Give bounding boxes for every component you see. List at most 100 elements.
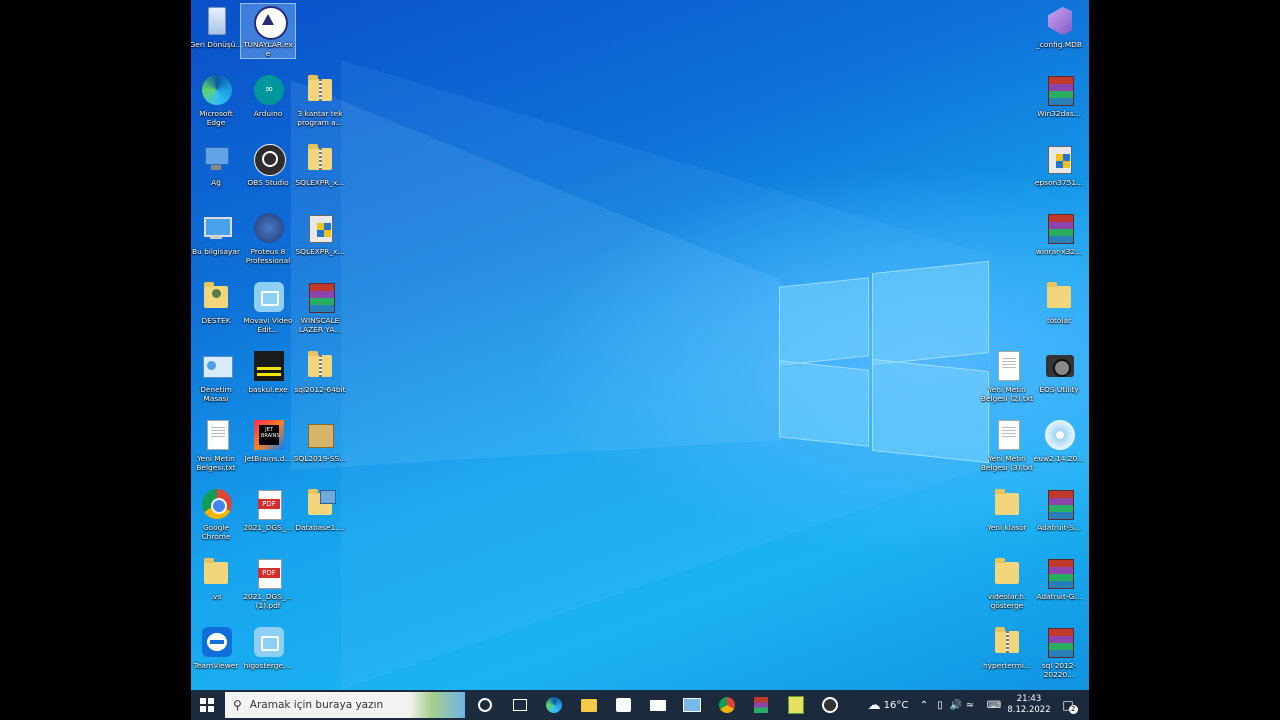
taskbar-app-button[interactable] xyxy=(780,690,812,720)
tray-device-icon[interactable]: ▯ xyxy=(933,690,947,720)
desktop-icon-label: Yeni klasör xyxy=(987,523,1027,532)
rar-icon xyxy=(1042,73,1076,107)
weather-temp: 16°C xyxy=(883,699,909,711)
desktop-icon[interactable]: epson3751... xyxy=(1032,142,1086,187)
desktop-icon[interactable]: higosterge.... xyxy=(241,625,295,670)
show-hidden-icons-button[interactable]: ⌃ xyxy=(917,690,931,720)
rar-icon xyxy=(303,280,337,314)
desktop-icon[interactable]: sql2012-64bit xyxy=(293,349,347,394)
desktop-icon[interactable]: Yeni Metin Belgesi (3).txt xyxy=(980,418,1034,472)
desktop-icon[interactable]: Yeni Metin Belgesi.txt xyxy=(191,418,243,472)
desktop-icon[interactable]: Database1.... xyxy=(293,487,347,532)
desktop-icon-label: Yeni Metin Belgesi (3).txt xyxy=(980,454,1034,472)
cortana-icon xyxy=(478,698,492,712)
desktop-icon-label: SQLEXPR_x... xyxy=(295,178,345,187)
desktop-icon-label: winrar-x32... xyxy=(1035,247,1083,256)
desktop-icon-label: WINSCALE LAZER YA... xyxy=(298,316,342,334)
weather-widget[interactable]: ☁ 16°C xyxy=(863,690,913,720)
desktop-icon-label: videolar.h. gösterge xyxy=(987,592,1027,610)
desktop-icon-label: OBS Studio xyxy=(247,178,289,187)
taskbar-app-button[interactable] xyxy=(538,690,570,720)
desktop-icon[interactable]: OBS Studio xyxy=(241,142,295,187)
desktop-icon[interactable]: Yeni klasör xyxy=(980,487,1034,532)
network-button[interactable]: ≈ xyxy=(963,690,977,720)
keyboard-button[interactable]: ⌨ xyxy=(985,690,1003,720)
tunaylar-app-icon xyxy=(251,4,288,40)
taskbar-app-button[interactable] xyxy=(745,690,777,720)
desktop-icon[interactable]: euw2.14.20... xyxy=(1032,418,1086,463)
desktop-icon[interactable]: Microsoft Edge xyxy=(191,73,243,127)
desktop-icon[interactable]: .vs xyxy=(191,556,243,601)
desktop-icon-label: Yeni Metin Belgesi.txt xyxy=(196,454,236,472)
movavi-icon xyxy=(251,625,285,659)
desktop-icon[interactable]: TUNAYLAR.exe xyxy=(240,3,296,59)
usb-device-icon: ▯ xyxy=(937,699,943,711)
visual-studio-icon xyxy=(1042,4,1076,38)
desktop-icon[interactable]: Proteus 8 Professional xyxy=(241,211,295,265)
arduino-icon: ∞ xyxy=(251,73,285,107)
start-button[interactable] xyxy=(191,690,223,720)
clock[interactable]: 21:43 8.12.2022 xyxy=(1007,690,1051,720)
desktop-icon[interactable]: Ağ xyxy=(191,142,243,187)
desktop-icon[interactable]: Denetim Masası xyxy=(191,349,243,403)
taskbar-app-button[interactable] xyxy=(814,690,846,720)
recycle-bin-icon xyxy=(199,4,233,38)
volume-button[interactable]: 🔊 xyxy=(949,690,963,720)
desktop-icon[interactable]: 3 kantar tek program a... xyxy=(293,73,347,127)
desktop-icon-label: SQLEXPR_x... xyxy=(295,247,345,256)
desktop-icon[interactable]: baskul.exe xyxy=(241,349,295,394)
taskbar-app-button[interactable] xyxy=(504,690,536,720)
desktop-icon[interactable]: Adafruit-G... xyxy=(1032,556,1086,601)
desktop-icon[interactable]: fotolar xyxy=(1032,280,1086,325)
desktop-icon-label: TUNAYLAR.exe xyxy=(243,40,293,58)
taskbar-app-button[interactable] xyxy=(573,690,605,720)
desktop-icon-label: .vs xyxy=(210,592,222,601)
desktop-icon[interactable]: Adafruit-S... xyxy=(1032,487,1086,532)
desktop-icon[interactable]: JET BRAINS JetBrains.d... xyxy=(241,418,295,463)
desktop-icon[interactable]: sql 2012-20220... xyxy=(1032,625,1086,679)
desktop-icon[interactable]: Bu bilgisayar xyxy=(191,211,243,256)
desktop-icon-label: higosterge.... xyxy=(243,661,293,670)
taskbar-app-button[interactable] xyxy=(607,690,639,720)
desktop-icon[interactable]: WINSCALE LAZER YA... xyxy=(293,280,347,334)
taskbar-app-button[interactable] xyxy=(711,690,743,720)
desktop-icon[interactable]: Google Chrome xyxy=(191,487,243,541)
desktop-icon[interactable]: videolar.h. gösterge xyxy=(980,556,1034,610)
desktop-icon[interactable]: ∞ Arduino xyxy=(241,73,295,118)
notification-center-button[interactable]: □ 2 xyxy=(1057,690,1079,720)
control-panel-icon xyxy=(199,349,233,383)
desktop-icon-label: Movavi Video Edit... xyxy=(243,316,293,334)
desktop-icon[interactable]: DESTEK xyxy=(191,280,243,325)
desktop-icon[interactable]: winrar-x32... xyxy=(1032,211,1086,256)
computer-icon xyxy=(199,211,233,245)
folder-icon xyxy=(990,556,1024,590)
desktop-icon[interactable]: Win32das... xyxy=(1032,73,1086,118)
desktop-icon[interactable]: Movavi Video Edit... xyxy=(241,280,295,334)
desktop-icon[interactable]: TeamViewer xyxy=(191,625,243,670)
desktop-icon-label: 2021_DGS_... xyxy=(243,523,293,532)
taskbar-app-button[interactable] xyxy=(676,690,708,720)
windows-start-icon xyxy=(200,698,214,712)
chrome-icon xyxy=(199,487,233,521)
desktop-icon-label: _config.MDB xyxy=(1036,40,1082,49)
desktop-icon[interactable]: SQLEXPR_x... xyxy=(293,142,347,187)
network-icon xyxy=(199,142,233,176)
folder-icon xyxy=(199,556,233,590)
taskbar-app-button[interactable] xyxy=(642,690,674,720)
rar-icon xyxy=(1042,211,1076,245)
desktop-icon[interactable]: 2021_DGS_... xyxy=(241,487,295,532)
text-file-icon xyxy=(990,349,1024,383)
desktop-icon[interactable]: _config.MDB xyxy=(1032,4,1086,49)
desktop-icon[interactable]: hypertermi... xyxy=(980,625,1034,670)
desktop-icon[interactable]: Yeni Metin Belgesi (2).txt xyxy=(980,349,1034,403)
desktop-icon[interactable]: Geri Dönüşü... xyxy=(191,4,243,49)
taskbar-search-box[interactable]: ⚲ Aramak için buraya yazın xyxy=(225,692,465,718)
desktop-icon[interactable]: SQL2019-SS... xyxy=(293,418,347,463)
desktop-icon-label: sql 2012-20220... xyxy=(1041,661,1077,679)
desktop-icon[interactable]: EOS Utility xyxy=(1032,349,1086,394)
desktop-icon-label: Microsoft Edge xyxy=(199,109,233,127)
desktop-icon[interactable]: 2021_DGS_... (1).pdf xyxy=(241,556,295,610)
desktop-icon[interactable]: SQLEXPR_x... xyxy=(293,211,347,256)
desktop-icon-label: 2021_DGS_... (1).pdf xyxy=(243,592,293,610)
taskbar-app-button[interactable] xyxy=(469,690,501,720)
